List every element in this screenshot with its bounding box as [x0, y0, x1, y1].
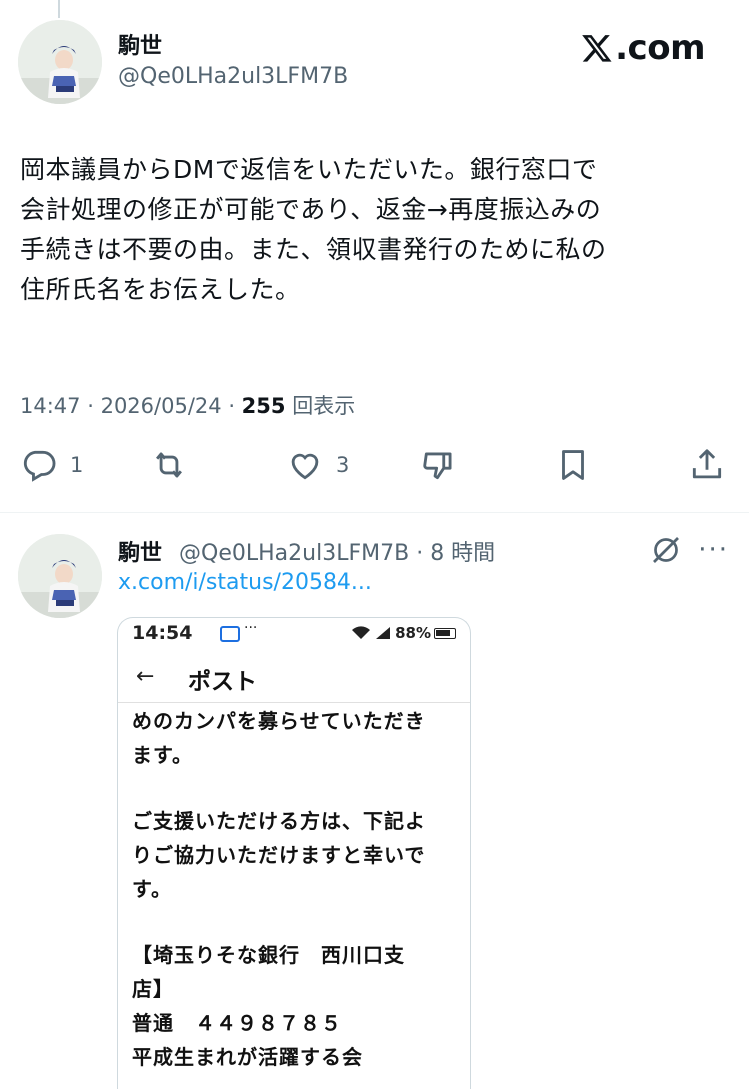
share-icon: [692, 449, 722, 479]
post-line: 【埼玉りそな銀行 西川口支: [132, 943, 405, 967]
reply-author-avatar[interactable]: [18, 534, 102, 618]
author-handle[interactable]: @Qe0LHa2ul3LFM7B: [118, 64, 348, 89]
tweet-date[interactable]: 2026/05/24: [101, 394, 222, 418]
mail-icon: [220, 626, 240, 642]
x-logo-icon: [582, 35, 612, 62]
reply-author-handle[interactable]: @Qe0LHa2ul3LFM7B: [179, 541, 409, 566]
reply-author-name[interactable]: 駒世: [118, 541, 162, 566]
embedded-screenshot[interactable]: 14:54 ··· 88% ← ポスト めのカンパを募らせていただき ます。 ご…: [117, 617, 471, 1089]
like-count: 3: [336, 453, 350, 477]
status-link[interactable]: x.com/i/status/20584...: [118, 570, 372, 595]
avatar-figurine-image: [18, 534, 102, 618]
reply-button[interactable]: 1: [20, 446, 83, 484]
status-right-group: 88%: [351, 624, 456, 642]
status-more-dots: ···: [244, 620, 258, 636]
phone-status-time: 14:54: [132, 622, 193, 644]
tweet-time[interactable]: 14:47: [20, 394, 81, 418]
phone-status-bar: 14:54 ··· 88%: [118, 618, 470, 652]
phone-title: ポスト: [188, 669, 257, 695]
tweet-divider: [0, 512, 749, 513]
view-count-label: 回表示: [292, 394, 356, 418]
avatar-figurine-image: [18, 20, 102, 104]
back-arrow-icon: ←: [136, 664, 155, 689]
phone-post-text: めのカンパを募らせていただき ます。 ご支援いただける方は、下記よ りご協力いた…: [132, 704, 462, 1074]
signal-icon: [376, 627, 391, 639]
like-button[interactable]: 3: [286, 446, 349, 484]
post-line: ご支援いただける方は、下記よ: [132, 809, 426, 833]
post-gap: [132, 772, 462, 804]
post-line: めのカンパを募らせていただき: [132, 709, 426, 733]
tweet-text-line: 手続きは不要の由。また、領収書発行のために私の: [20, 235, 607, 264]
tweet-text: 岡本議員からDMで返信をいただいた。銀行窓口で 会計処理の修正が可能であり、返金…: [20, 150, 730, 310]
share-button[interactable]: [688, 446, 726, 484]
tweet-actions: 1 3: [0, 446, 749, 496]
x-brand-logo: .com: [581, 28, 705, 68]
phone-header: ← ポスト: [118, 660, 470, 700]
grok-icon[interactable]: [648, 532, 684, 568]
reply-count: 1: [70, 453, 84, 477]
bookmark-icon: [562, 450, 584, 480]
brand-text: .com: [615, 28, 705, 68]
heart-icon: [291, 453, 319, 480]
retweet-button[interactable]: [150, 446, 188, 484]
phone-header-separator: [118, 702, 470, 703]
retweet-icon: [156, 452, 182, 478]
more-options-button[interactable]: ···: [698, 537, 729, 563]
post-line: す。: [132, 877, 172, 901]
thread-line: [58, 0, 60, 18]
post-gap: [132, 906, 462, 938]
post-line: 平成生まれが活躍する会: [132, 1045, 363, 1069]
post-line: ます。: [132, 743, 193, 767]
battery-icon: [434, 627, 456, 639]
post-line: 店】: [132, 977, 174, 1001]
wifi-icon: [352, 626, 371, 639]
meta-separator: ·: [87, 394, 101, 418]
reply-header-icons: ···: [648, 532, 729, 568]
reply-header: 駒世 @Qe0LHa2ul3LFM7B · 8 時間: [118, 535, 495, 567]
tweet-meta: 14:47 · 2026/05/24 · 255 回表示: [20, 390, 355, 420]
author-avatar[interactable]: [18, 20, 102, 104]
dislike-button[interactable]: [420, 446, 458, 484]
battery-level: 88%: [395, 624, 431, 642]
tweet-text-line: 会計処理の修正が可能であり、返金→再度振込みの: [20, 195, 602, 224]
view-count: 255: [241, 394, 286, 418]
tweet-text-line: 岡本議員からDMで返信をいただいた。銀行窓口で: [20, 155, 598, 184]
post-line: 普通 ４４９８７８５: [132, 1011, 342, 1035]
meta-separator: ·: [228, 394, 242, 418]
author-name[interactable]: 駒世: [118, 28, 348, 60]
reply-icon: [23, 450, 56, 482]
reply-separator: ·: [416, 541, 424, 566]
post-line: りご協力いただけますと幸いで: [132, 843, 426, 867]
thumbs-down-icon: [423, 452, 452, 480]
tweet-text-line: 住所氏名をお伝えした。: [20, 275, 301, 304]
bookmark-button[interactable]: [554, 446, 592, 484]
reply-time[interactable]: 8 時間: [430, 541, 495, 566]
